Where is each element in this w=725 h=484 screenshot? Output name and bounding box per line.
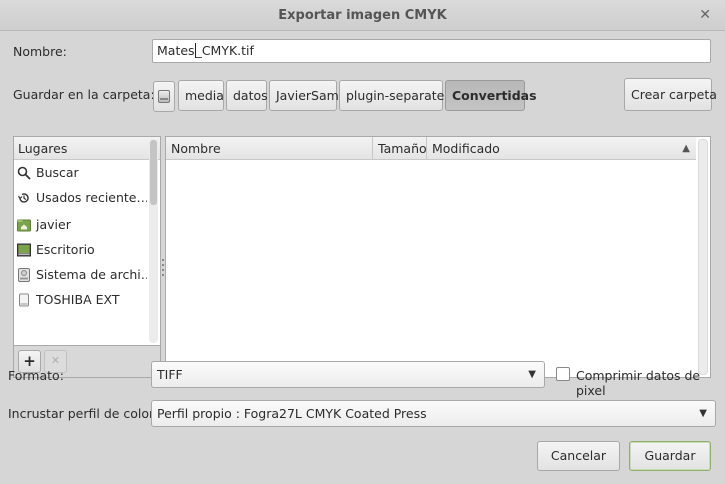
file-list-header: Nombre Tamaño Modificado ▲ [166,137,696,160]
column-modified-label: Modificado [432,141,500,156]
place-toshiba[interactable]: TOSHIBA EXT [14,288,147,312]
place-label: Usados reciente… [36,190,147,205]
recent-icon [17,193,29,203]
places-panel: Lugares Buscar Usados reciente… javier E… [13,136,161,346]
desktop-icon [17,243,31,257]
format-label: Formato: [8,368,64,383]
cancel-button[interactable]: Cancelar [537,441,620,471]
path-button-convertidas[interactable]: Convertidas [445,80,537,111]
format-dropdown[interactable]: TIFF ▼ [151,361,545,388]
remove-icon: ✕ [50,354,61,367]
file-list-scrollbar[interactable] [698,139,708,375]
color-profile-value: Perfil propio : Fogra27L CMYK Coated Pre… [157,406,427,421]
path-button-media[interactable]: media [178,80,224,111]
sort-ascending-icon: ▲ [682,143,690,154]
drive-icon [158,90,170,103]
places-scrollbar[interactable] [149,139,158,343]
path-button-plugin-separate[interactable]: plugin-separate [339,80,444,111]
save-in-folder-label: Guardar en la carpeta: [13,87,155,102]
filename-text-start: Mates [157,43,195,58]
place-home[interactable]: javier [14,213,147,237]
path-root-button[interactable] [153,81,175,112]
place-search[interactable]: Buscar [14,161,147,185]
close-icon[interactable]: ✕ [699,0,711,31]
home-folder-icon [17,219,31,232]
places-header: Lugares [14,137,160,160]
place-label: TOSHIBA EXT [36,292,120,307]
color-profile-dropdown[interactable]: Perfil propio : Fogra27L CMYK Coated Pre… [151,400,716,427]
place-desktop[interactable]: Escritorio [14,238,147,262]
compress-pixel-data-checkbox[interactable] [556,367,570,381]
path-button-javiersam[interactable]: JavierSam [269,80,339,111]
filename-field[interactable]: Mates_CMYK.tif [152,39,711,63]
path-button-datos[interactable]: datos [226,80,268,111]
place-label: Escritorio [36,242,95,257]
place-label: Buscar [36,165,79,180]
search-icon [17,166,31,180]
filesystem-icon [18,268,30,282]
name-label: Nombre: [13,44,67,59]
filename-text-end: _CMYK.tif [195,43,254,58]
places-scrollbar-thumb[interactable] [150,140,157,205]
chevron-down-icon: ▼ [528,369,536,380]
create-folder-button[interactable]: Crear carpeta [624,78,717,111]
chevron-down-icon: ▼ [699,408,707,419]
compress-pixel-data-label[interactable]: Comprimir datos de pixel [576,368,725,398]
window-title: Exportar imagen CMYK [278,8,447,23]
title-bar: Exportar imagen CMYK ✕ [0,0,725,31]
place-filesystem[interactable]: Sistema de archi… [14,263,147,287]
file-list[interactable]: Nombre Tamaño Modificado ▲ [165,136,711,378]
export-dialog: Nombre: Mates_CMYK.tif Guardar en la car… [0,31,725,484]
save-button[interactable]: Guardar [629,441,711,471]
place-label: javier [36,217,71,232]
color-profile-label: Incrustar perfil de color: [8,406,159,421]
place-label: Sistema de archi… [36,267,147,282]
column-name[interactable]: Nombre [166,137,373,160]
column-modified[interactable]: Modificado ▲ [427,137,696,160]
drive-icon [19,293,29,307]
place-recent[interactable]: Usados reciente… [14,186,147,210]
column-size[interactable]: Tamaño [373,137,427,160]
format-value: TIFF [157,367,183,382]
